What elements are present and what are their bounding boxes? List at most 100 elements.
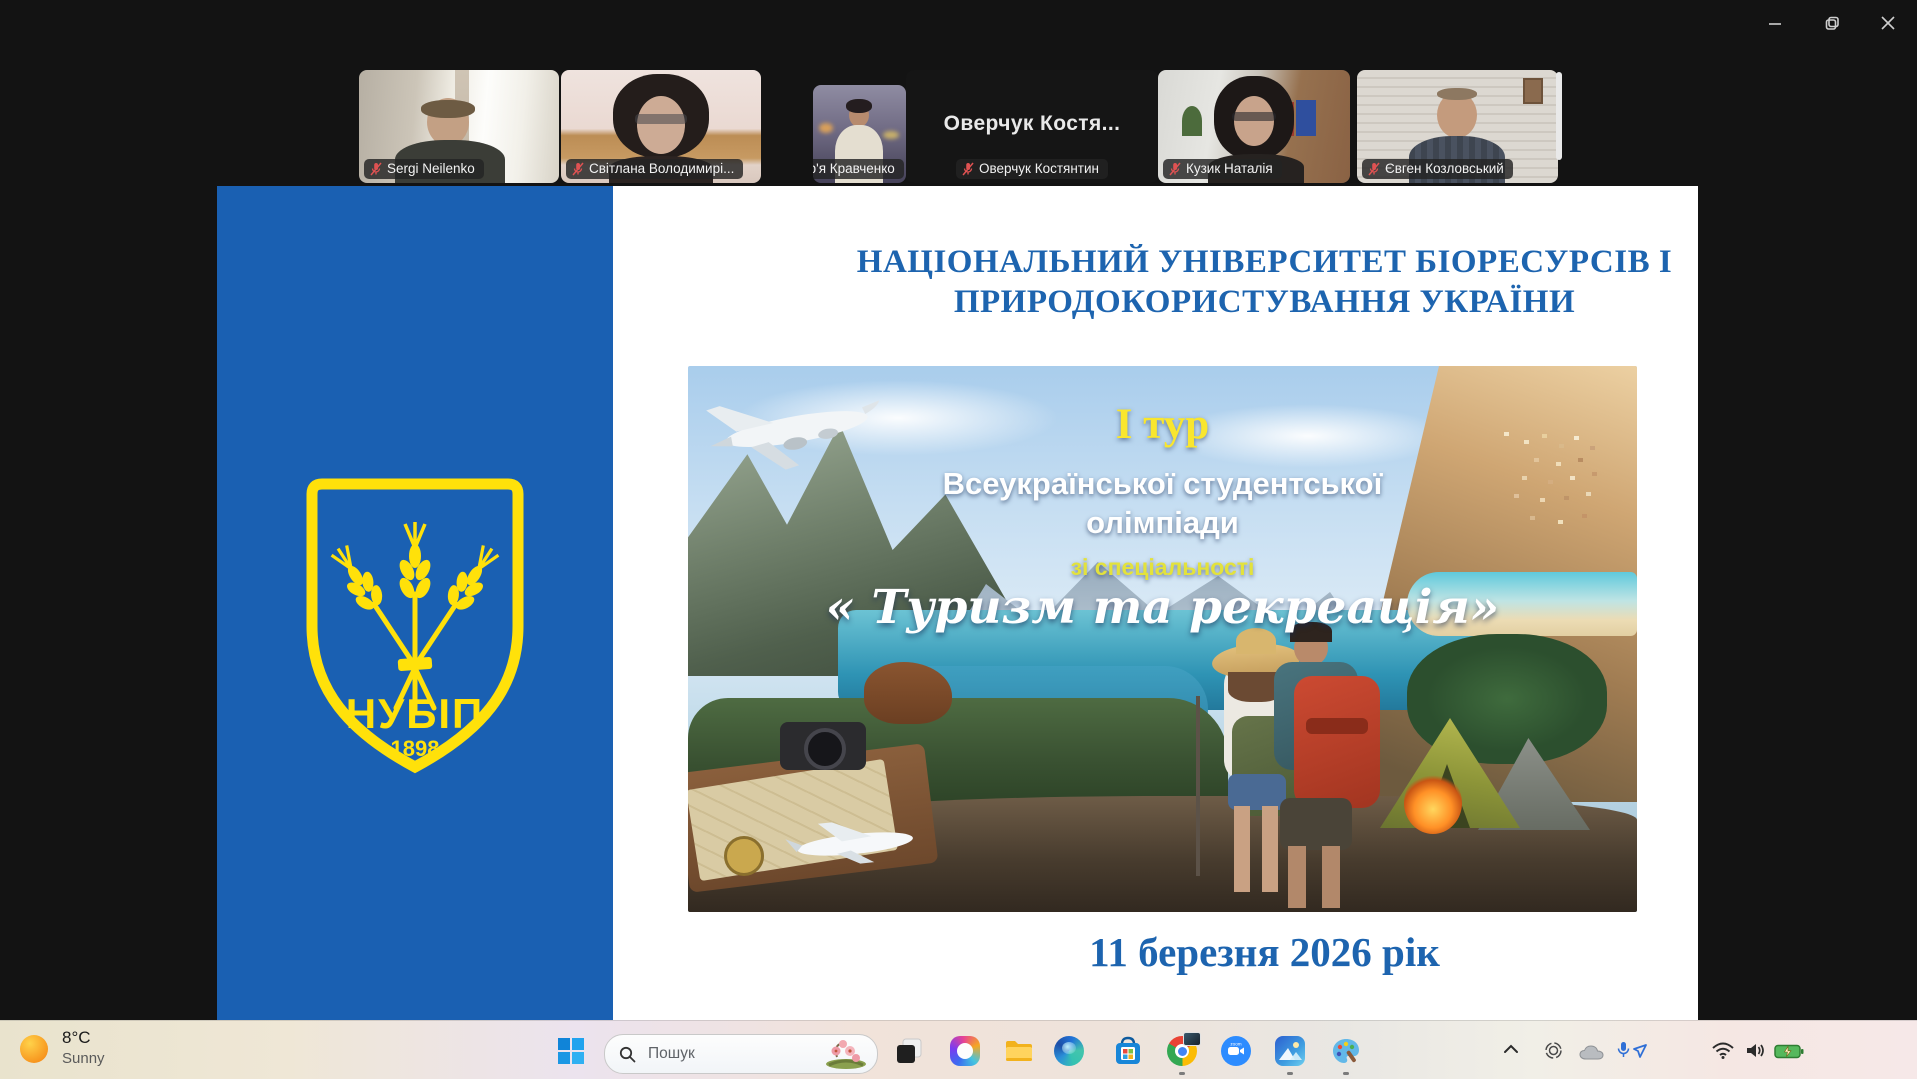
participant-display-name: Оверчук Костя... (943, 112, 1121, 135)
seasonal-flower-icon (826, 1040, 866, 1069)
participant-name: Світлана Володимирі... (589, 161, 735, 176)
participant-tile-yevhen[interactable]: Євген Козловський (1357, 70, 1558, 183)
taskbar: 8°C Sunny Пошук zoom (0, 1020, 1917, 1079)
edge-button[interactable] (1054, 1036, 1084, 1066)
mic-muted-icon (572, 162, 584, 175)
picture-frame-graphic (1523, 78, 1543, 104)
zoom-app-button[interactable]: zoom (1221, 1036, 1251, 1066)
participant-name: Кузик Наталія (1186, 161, 1273, 176)
nubip-shield-logo: НУБІП 1898 (306, 478, 524, 774)
photos-icon (1279, 1042, 1302, 1060)
man-shorts-graphic (1280, 798, 1352, 850)
windows-logo-icon (558, 1038, 584, 1064)
camera-lens-graphic (804, 728, 846, 770)
copilot-icon (957, 1043, 973, 1059)
close-button[interactable] (1868, 8, 1908, 38)
search-icon (619, 1046, 636, 1062)
participant-tile-svitlana[interactable]: Світлана Володимирі... (561, 70, 761, 183)
mic-muted-icon (962, 162, 974, 175)
participant-video-face (1234, 96, 1274, 146)
task-view-icon (897, 1038, 922, 1063)
participants-scrollbar[interactable] (1556, 72, 1562, 160)
microphone-in-use-icon[interactable] (1616, 1041, 1648, 1061)
olympiad-poster: І тур Всеукраїнської студентської олімпі… (688, 366, 1637, 912)
participant-name-pill: Світлана Володимирі... (566, 159, 744, 179)
participant-name-pill: Sergi Neilenko (364, 159, 484, 179)
participant-tile-sergi[interactable]: Sergi Neilenko (359, 70, 559, 183)
minimize-icon (1769, 23, 1781, 25)
compass-graphic (724, 836, 764, 876)
file-explorer-icon (1006, 1041, 1032, 1061)
logo-year: 1898 (391, 736, 440, 761)
mic-muted-icon (370, 162, 382, 175)
participant-video-glasses (635, 114, 687, 124)
poster-specialty-text: « Туризм та рекреація» (825, 580, 1500, 635)
task-view-button[interactable] (894, 1036, 924, 1066)
poster-line1-text: Всеукраїнської студентської (942, 466, 1383, 501)
slide-title-line1: НАЦІОНАЛЬНИЙ УНІВЕРСИТЕТ БІОРЕСУРСІВ І (856, 244, 1673, 280)
poster-round-text: І тур (1115, 401, 1210, 448)
street-light-graphic (883, 131, 899, 139)
sun-icon (20, 1035, 48, 1063)
paint-icon (1333, 1039, 1359, 1063)
participant-tile-kuzyk[interactable]: Кузик Наталія (1158, 70, 1350, 183)
onedrive-cloud-icon[interactable] (1579, 1044, 1604, 1060)
participant-video-hair (421, 100, 475, 118)
chrome-icon-core (1177, 1046, 1187, 1056)
participant-name: Дар'я Кравченко (813, 161, 895, 176)
zoom-meeting-window: Sergi Neilenko Світлана Володимирі... 'я… (0, 0, 1917, 1079)
participant-video-hair (1437, 88, 1477, 100)
participant-tile-overchuk[interactable]: Оверчук Костя... Оверчук Костянтин (906, 70, 1158, 183)
minimize-button[interactable] (1755, 8, 1795, 38)
man-leg-graphic (1288, 846, 1306, 908)
search-input[interactable] (646, 1044, 800, 1064)
weather-widget[interactable]: 8°C Sunny (18, 1027, 158, 1075)
tray-overflow-chevron[interactable] (1503, 1043, 1519, 1055)
slide-title-line2: ПРИРОДОКОРИСТУВАННЯ УКРАЇНИ (953, 284, 1576, 320)
zoom-camera-glyph: zoom (1228, 1042, 1244, 1055)
edge-icon (1062, 1042, 1076, 1054)
restore-button[interactable] (1812, 8, 1852, 38)
svg-text:zoom: zoom (1230, 1042, 1241, 1047)
copilot-button[interactable] (950, 1036, 980, 1066)
restore-icon (1825, 16, 1839, 30)
participant-name-pill: Кузик Наталія (1163, 159, 1282, 179)
participant-video-face (637, 96, 685, 154)
tray-ring-app-icon[interactable] (1544, 1041, 1563, 1060)
poster-line3-text: зі спеціальності (1070, 554, 1255, 580)
store-button[interactable] (1113, 1036, 1143, 1066)
wifi-icon[interactable] (1712, 1042, 1734, 1059)
backpack-strap-graphic (1306, 718, 1368, 734)
participant-name-pill: Оверчук Костянтин (956, 159, 1108, 179)
campfire-graphic (1404, 772, 1462, 834)
street-light-graphic (819, 123, 833, 133)
plant-graphic (1182, 106, 1202, 136)
mic-muted-icon (1368, 162, 1380, 175)
chrome-button[interactable] (1167, 1032, 1201, 1066)
chrome-tab-preview-badge (1183, 1032, 1201, 1046)
weather-temperature: 8°C (62, 1028, 91, 1047)
speaker-icon[interactable] (1745, 1042, 1767, 1059)
taskbar-search[interactable] (604, 1034, 878, 1074)
man-leg-graphic (1322, 846, 1340, 908)
store-icon (1116, 1036, 1140, 1064)
participant-name: Євген Козловський (1385, 161, 1504, 176)
start-button[interactable] (557, 1037, 585, 1065)
poster-line2-text: олімпіади (1086, 505, 1239, 540)
red-backpack-graphic (1294, 676, 1380, 808)
close-icon (1881, 16, 1895, 30)
participant-name: Оверчук Костянтин (979, 161, 1099, 176)
paint-button[interactable] (1331, 1036, 1361, 1066)
photos-button[interactable] (1275, 1036, 1305, 1066)
participant-video-glasses (1232, 112, 1276, 121)
slide-date: 11 березня 2026 рік (1089, 929, 1440, 975)
logo-acronym: НУБІП (346, 690, 485, 737)
woman-shorts-graphic (1228, 774, 1286, 810)
woman-leg-graphic (1234, 806, 1250, 892)
participant-tile-darya[interactable]: Дар'я Кравченко (813, 85, 906, 183)
battery-charging-icon[interactable] (1774, 1044, 1804, 1059)
paint-running-indicator (1343, 1072, 1349, 1075)
slide-title: НАЦІОНАЛЬНИЙ УНІВЕРСИТЕТ БІОРЕСУРСІВ І ПР… (637, 242, 1892, 322)
participant-name-pill: Дар'я Кравченко (813, 159, 904, 179)
file-explorer-button[interactable] (1003, 1036, 1033, 1066)
